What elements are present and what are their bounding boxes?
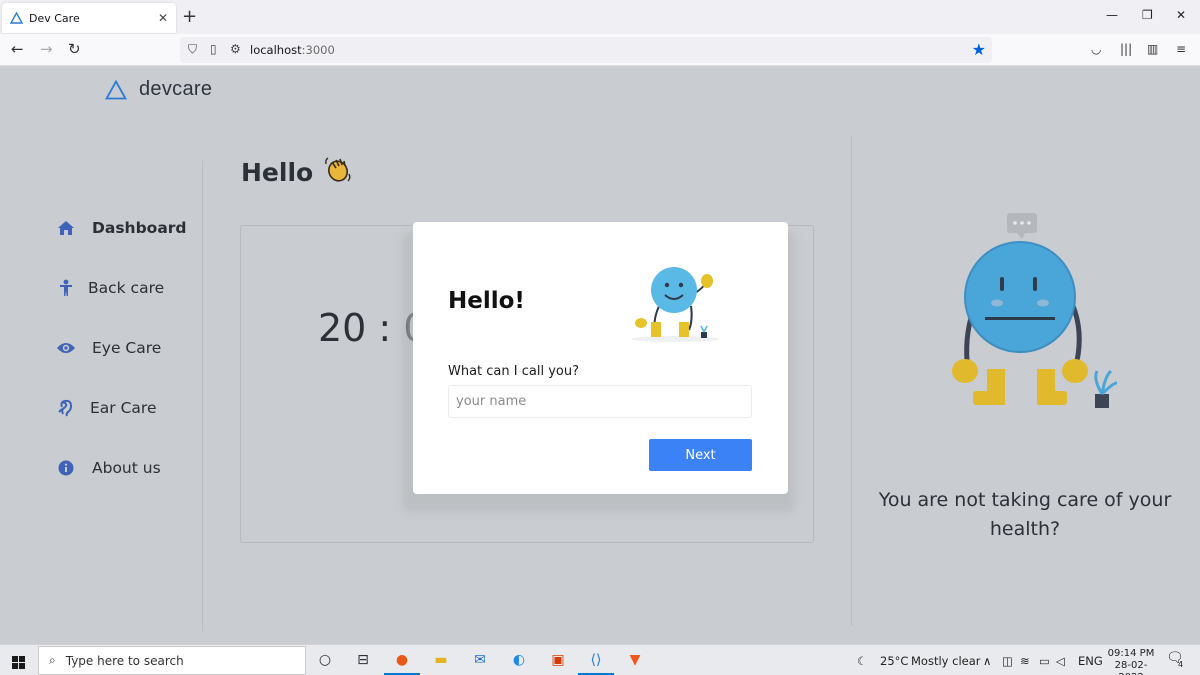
sidebar-icon[interactable]: ▥ bbox=[1147, 42, 1158, 56]
vscode-icon[interactable]: ⟨⟩ bbox=[584, 649, 608, 671]
sidebar-item-about-us[interactable]: About us bbox=[56, 458, 161, 478]
cortana-icon[interactable]: ○ bbox=[313, 649, 337, 671]
sidebar-item-label: Dashboard bbox=[92, 219, 187, 237]
weather-temperature[interactable]: 25°C bbox=[880, 654, 908, 668]
devcare-logo-icon bbox=[105, 79, 127, 99]
menu-icon[interactable]: ≡ bbox=[1176, 42, 1186, 56]
shield-icon[interactable]: ⛉ bbox=[188, 42, 197, 57]
weather-condition[interactable]: Mostly clear bbox=[911, 654, 980, 668]
new-tab-button[interactable]: + bbox=[182, 6, 197, 27]
language-indicator[interactable]: ENG bbox=[1078, 654, 1103, 668]
minimize-icon[interactable]: — bbox=[1106, 8, 1118, 22]
bookmark-star-icon[interactable]: ★ bbox=[972, 40, 986, 59]
mail-icon[interactable]: ✉ bbox=[468, 649, 492, 671]
clock[interactable]: 09:14 PM 28-02-2022 bbox=[1104, 648, 1158, 675]
health-caption: You are not taking care of your health? bbox=[878, 489, 1172, 540]
waving-hand-icon bbox=[323, 154, 353, 190]
name-input[interactable] bbox=[448, 385, 752, 418]
permissions-icon[interactable]: ⚙ bbox=[230, 42, 241, 56]
back-icon[interactable]: ← bbox=[11, 40, 24, 58]
sidebar-item-ear-care[interactable]: Ear Care bbox=[56, 398, 156, 418]
sidebar-item-back-care[interactable]: Back care bbox=[56, 278, 164, 298]
library-icon[interactable]: ||| bbox=[1120, 42, 1132, 56]
sidebar-item-label: Back care bbox=[88, 279, 165, 297]
taskbar: ⌕ Type here to search ○ ⊟ ● ▬ ✉ ◐ ▣ ⟨⟩ ▼… bbox=[0, 644, 1200, 675]
reload-icon[interactable]: ↻ bbox=[68, 40, 81, 58]
page-icon[interactable]: ▯ bbox=[210, 42, 217, 56]
address-bar[interactable]: ⛉ ▯ ⚙ localhost:3000 ★ bbox=[180, 37, 992, 63]
page-title: Hello bbox=[241, 154, 353, 190]
task-view-icon[interactable]: ⊟ bbox=[351, 649, 375, 671]
eye-icon bbox=[56, 338, 76, 358]
sidebar-item-label: Ear Care bbox=[90, 399, 157, 417]
sidebar-item-label: Eye Care bbox=[92, 339, 162, 357]
tab-title: Dev Care bbox=[29, 11, 80, 25]
person-icon bbox=[56, 278, 76, 298]
taskbar-search-input[interactable]: ⌕ Type here to search bbox=[38, 646, 306, 675]
greeting-text: Hello bbox=[241, 157, 314, 187]
meet-now-icon[interactable]: ◫ bbox=[1002, 654, 1013, 668]
notification-badge: 4 bbox=[1178, 660, 1184, 669]
browser-nav-bar: ← → ↻ ⛉ ▯ ⚙ localhost:3000 ★ ◡ ||| ▥ ≡ bbox=[0, 34, 1200, 66]
firefox-icon[interactable]: ● bbox=[390, 649, 414, 671]
sidebar-item-dashboard[interactable]: Dashboard bbox=[56, 218, 187, 238]
url-text[interactable]: localhost:3000 bbox=[250, 43, 335, 57]
weather-moon-icon[interactable]: ☾ bbox=[857, 654, 867, 668]
waving-character-illustration bbox=[631, 267, 719, 342]
modal-title: Hello! bbox=[448, 288, 525, 314]
right-divider bbox=[851, 136, 852, 626]
url-host: localhost bbox=[250, 43, 302, 57]
browser-tab-bar: Dev Care ✕ + — ❐ ✕ bbox=[0, 0, 1200, 34]
edge-icon[interactable]: ◐ bbox=[507, 649, 531, 671]
left-divider bbox=[202, 161, 203, 631]
speaker-icon[interactable]: ◁ bbox=[1056, 654, 1065, 668]
search-placeholder: Type here to search bbox=[65, 653, 184, 668]
forward-icon[interactable]: → bbox=[40, 40, 53, 58]
clock-date: 28-02-2022 bbox=[1114, 660, 1148, 675]
restore-icon[interactable]: ❐ bbox=[1142, 8, 1153, 22]
office-icon[interactable]: ▣ bbox=[546, 649, 570, 671]
wifi-icon[interactable]: ≋ bbox=[1020, 654, 1030, 668]
close-tab-icon[interactable]: ✕ bbox=[158, 11, 168, 25]
windows-start-icon[interactable] bbox=[12, 654, 25, 673]
logo[interactable]: devcare bbox=[105, 78, 212, 101]
ear-icon bbox=[56, 398, 76, 418]
name-question-label: What can I call you? bbox=[448, 364, 579, 379]
sidebar-item-eye-care[interactable]: Eye Care bbox=[56, 338, 161, 358]
browser-tab[interactable]: Dev Care ✕ bbox=[2, 3, 176, 33]
battery-icon[interactable]: ▭ bbox=[1039, 654, 1050, 668]
close-window-icon[interactable]: ✕ bbox=[1176, 8, 1186, 22]
url-port: :3000 bbox=[301, 43, 335, 57]
sad-character-illustration bbox=[952, 213, 1118, 408]
pocket-icon[interactable]: ◡ bbox=[1091, 42, 1101, 56]
name-dialog: Hello! What can I call you? Next bbox=[413, 222, 788, 494]
info-icon bbox=[56, 458, 76, 478]
logo-text: devcare bbox=[139, 78, 213, 100]
clock-time: 09:14 PM bbox=[1107, 648, 1155, 659]
brave-icon[interactable]: ▼ bbox=[623, 649, 647, 671]
devcare-favicon-icon bbox=[10, 12, 23, 24]
next-button[interactable]: Next bbox=[649, 439, 752, 471]
chevron-up-icon[interactable]: ∧ bbox=[983, 654, 991, 668]
home-icon bbox=[56, 218, 76, 238]
sidebar-item-label: About us bbox=[92, 459, 161, 477]
file-explorer-icon[interactable]: ▬ bbox=[429, 649, 453, 671]
search-icon: ⌕ bbox=[49, 653, 56, 667]
